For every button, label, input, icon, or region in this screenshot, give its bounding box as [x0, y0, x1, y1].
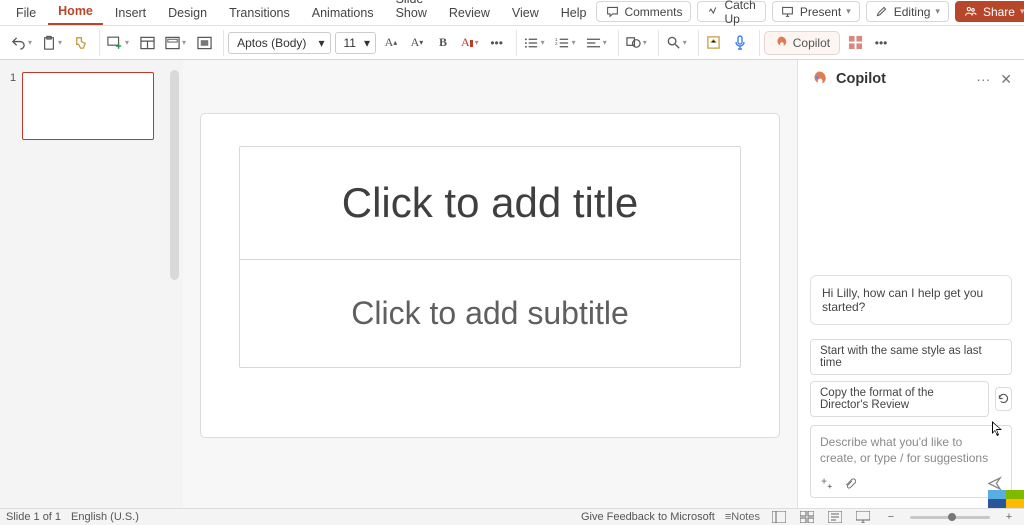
paste-button[interactable]: ▾: [39, 31, 65, 55]
close-icon[interactable]: ✕: [1000, 71, 1012, 88]
tab-animations[interactable]: Animations: [302, 2, 384, 25]
tab-view[interactable]: View: [502, 2, 549, 25]
slide[interactable]: Click to add title Click to add subtitle: [200, 113, 780, 438]
designer-button[interactable]: [703, 31, 725, 55]
bold-button[interactable]: B: [432, 31, 454, 55]
tab-slideshow[interactable]: Slide Show: [386, 0, 437, 25]
subtitle-placeholder[interactable]: Click to add subtitle: [240, 259, 740, 367]
font-selector[interactable]: Aptos (Body) ▾: [228, 32, 331, 54]
editing-label: Editing: [894, 5, 931, 19]
shrink-font-button[interactable]: A▾: [406, 31, 428, 55]
copilot-logo-icon: [810, 70, 828, 88]
send-icon[interactable]: [987, 476, 1002, 491]
new-slide-button[interactable]: ▾: [104, 31, 132, 55]
sparkle-icon[interactable]: [820, 477, 833, 490]
tab-review[interactable]: Review: [439, 2, 500, 25]
format-painter-button[interactable]: [69, 31, 91, 55]
align-button[interactable]: ▾: [583, 31, 610, 55]
ribbon: ▾ ▾ ▾ ▾ Aptos (Body) ▾ 11 ▾ A▴ A▾ B A▾ •…: [0, 26, 1024, 60]
font-size: 11: [343, 36, 355, 50]
slideshow-view-icon[interactable]: [854, 510, 872, 525]
copilot-placeholder: Describe what you'd like to create, or t…: [820, 434, 1002, 466]
tab-transitions[interactable]: Transitions: [219, 2, 300, 25]
scrollbar[interactable]: [170, 70, 179, 280]
normal-view-icon[interactable]: [770, 510, 788, 525]
addin-button[interactable]: [844, 31, 866, 55]
tab-insert[interactable]: Insert: [105, 2, 156, 25]
slide-thumb-1[interactable]: [22, 72, 154, 140]
find-button[interactable]: ▾: [663, 31, 690, 55]
font-size-selector[interactable]: 11 ▾: [335, 32, 376, 54]
undo-button[interactable]: ▾: [8, 31, 35, 55]
dictate-button[interactable]: [729, 31, 751, 55]
title-right-buttons: Comments Catch Up Present ▾ Editing ▾ Sh…: [596, 1, 1024, 25]
tab-help[interactable]: Help: [551, 2, 597, 25]
reset-button[interactable]: ▾: [162, 31, 189, 55]
copilot-greeting: Hi Lilly, how can I help get you started…: [810, 275, 1012, 325]
refresh-suggestions-button[interactable]: [995, 387, 1012, 411]
catchup-button[interactable]: Catch Up: [697, 1, 765, 22]
chevron-down-icon: ▾: [364, 36, 370, 50]
suggestion-2[interactable]: Copy the format of the Director's Review: [810, 381, 989, 417]
sorter-view-icon[interactable]: [798, 510, 816, 525]
share-button[interactable]: Share ▾: [955, 1, 1024, 22]
comments-label: Comments: [624, 5, 682, 19]
present-button[interactable]: Present ▾: [772, 1, 860, 22]
font-name: Aptos (Body): [237, 36, 306, 50]
zoom-slider[interactable]: [910, 516, 990, 519]
more-ribbon-button[interactable]: •••: [870, 31, 892, 55]
editing-button[interactable]: Editing ▾: [866, 1, 949, 22]
catchup-label: Catch Up: [724, 0, 756, 26]
slide-panel: 1: [0, 60, 183, 508]
reading-view-icon[interactable]: [826, 510, 844, 525]
chevron-down-icon: ▾: [1020, 6, 1024, 17]
zoom-in-button[interactable]: +: [1000, 510, 1018, 525]
section-button[interactable]: [193, 31, 215, 55]
chevron-down-icon: ▾: [935, 6, 940, 17]
more-icon[interactable]: ···: [976, 71, 990, 88]
present-label: Present: [800, 5, 841, 19]
layout-button[interactable]: [136, 31, 158, 55]
shapes-button[interactable]: ▾: [623, 31, 650, 55]
color-bar-icon: [470, 40, 473, 47]
notes-button[interactable]: ≡ Notes: [725, 510, 760, 525]
feedback-link[interactable]: Give Feedback to Microsoft: [581, 511, 715, 523]
chevron-down-icon: ▾: [846, 6, 851, 17]
tab-home[interactable]: Home: [48, 0, 103, 25]
copilot-ribbon-label: Copilot: [793, 36, 830, 50]
status-bar: Slide 1 of 1 English (U.S.) Give Feedbac…: [0, 508, 1024, 525]
numbering-button[interactable]: 12▾: [552, 31, 579, 55]
grow-font-button[interactable]: A▴: [380, 31, 402, 55]
font-color-button[interactable]: A▾: [458, 31, 482, 55]
catchup-icon: [706, 5, 719, 19]
slide-info: Slide 1 of 1: [6, 511, 61, 523]
menu-bar: File Home Insert Design Transitions Anim…: [0, 0, 1024, 26]
slide-canvas[interactable]: Click to add title Click to add subtitle: [183, 60, 798, 508]
more-font-button[interactable]: •••: [486, 31, 508, 55]
attach-icon[interactable]: [843, 477, 856, 490]
people-icon: [964, 5, 978, 19]
title-placeholder[interactable]: Click to add title: [240, 147, 740, 259]
language: English (U.S.): [71, 511, 139, 523]
copilot-ribbon-button[interactable]: Copilot: [764, 31, 840, 55]
bullets-button[interactable]: ▾: [521, 31, 548, 55]
comments-button[interactable]: Comments: [596, 1, 691, 22]
slide-number: 1: [10, 72, 16, 84]
zoom-out-button[interactable]: −: [882, 510, 900, 525]
suggestion-1[interactable]: Start with the same style as last time: [810, 339, 1012, 375]
copilot-panel: Copilot ··· ✕ Hi Lilly, how can I help g…: [798, 60, 1024, 508]
comment-icon: [605, 5, 619, 19]
copilot-input[interactable]: Describe what you'd like to create, or t…: [810, 425, 1012, 498]
tab-design[interactable]: Design: [158, 2, 217, 25]
pencil-icon: [875, 5, 889, 19]
tabs: File Home Insert Design Transitions Anim…: [6, 0, 596, 25]
present-icon: [781, 5, 795, 19]
copilot-title: Copilot: [836, 71, 886, 87]
share-label: Share: [983, 5, 1015, 19]
tab-file[interactable]: File: [6, 2, 46, 25]
chevron-down-icon: ▾: [318, 36, 324, 50]
placeholder-group: Click to add title Click to add subtitle: [239, 146, 741, 368]
svg-text:2: 2: [555, 40, 558, 45]
copilot-icon: [774, 36, 788, 50]
